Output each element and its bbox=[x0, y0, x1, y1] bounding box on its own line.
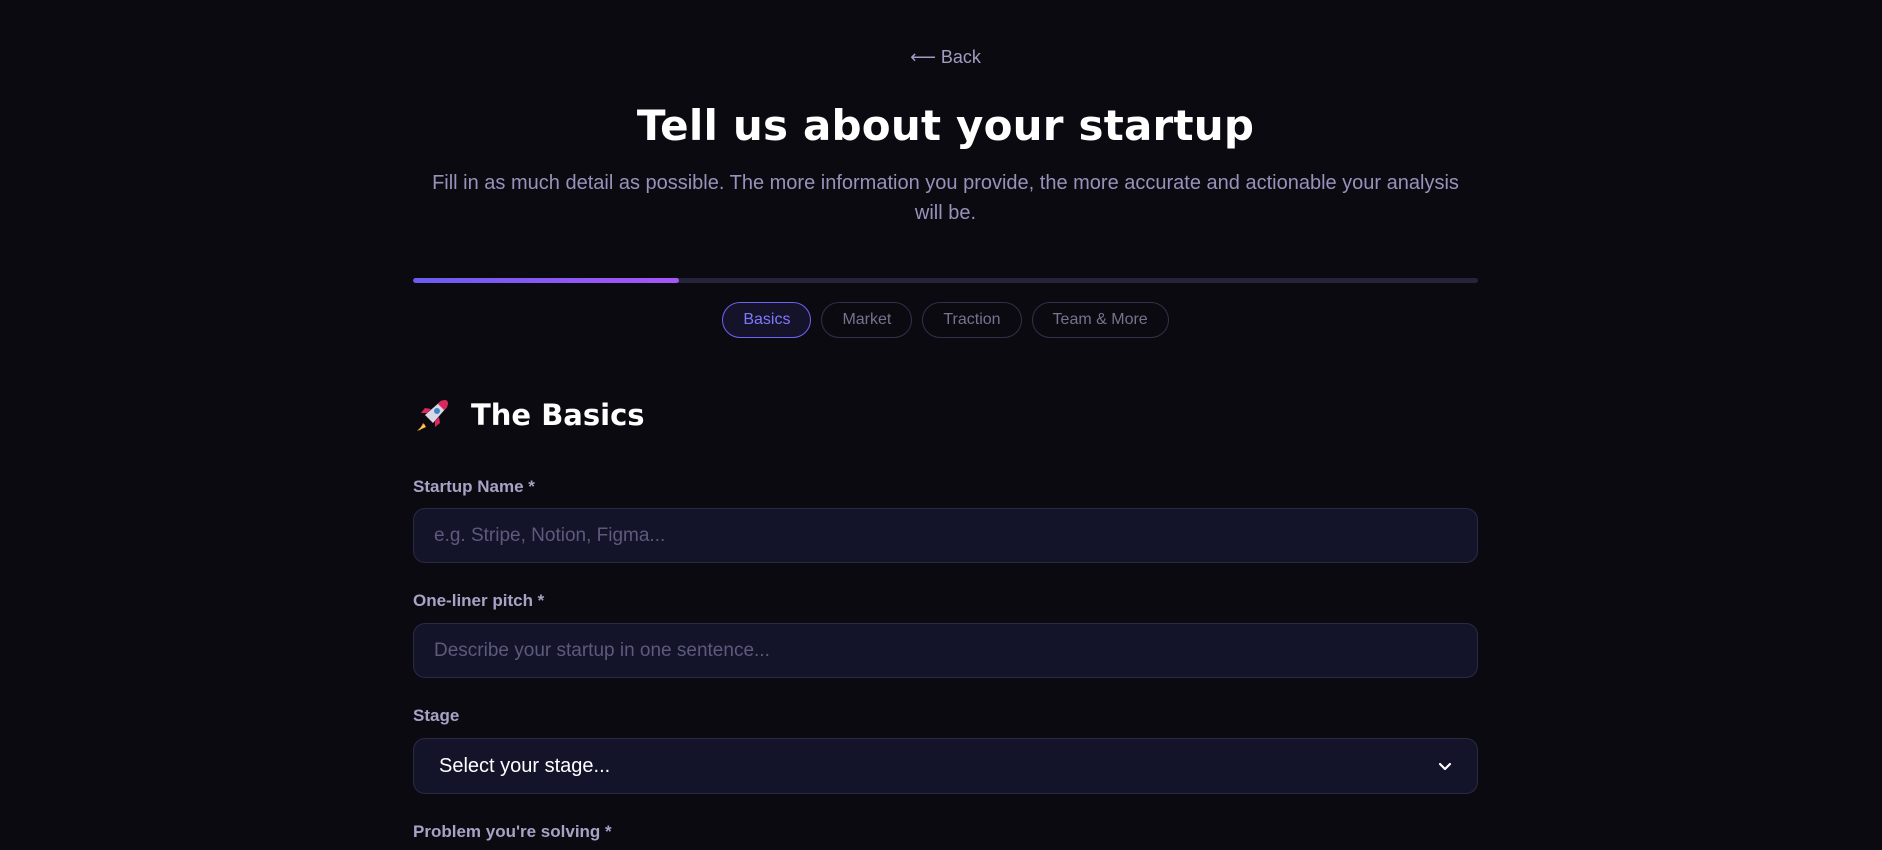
page-title: Tell us about your startup bbox=[636, 101, 1255, 150]
stage-selected-value: Select your stage... bbox=[439, 754, 611, 777]
chevron-down-icon bbox=[1438, 762, 1452, 771]
step-tab-basics[interactable]: Basics bbox=[722, 302, 812, 338]
progress-bar bbox=[413, 278, 1478, 283]
stage-select[interactable]: Select your stage... bbox=[413, 738, 1478, 794]
section-title: The Basics bbox=[471, 398, 645, 432]
rocket-icon bbox=[417, 400, 448, 431]
step-tabs: Basics Market Traction Team & More bbox=[413, 302, 1478, 338]
step-tab-market[interactable]: Market bbox=[821, 302, 913, 338]
step-tab-traction[interactable]: Traction bbox=[922, 302, 1022, 338]
pitch-input[interactable] bbox=[413, 623, 1478, 678]
problem-label: Problem you're solving * bbox=[413, 822, 612, 841]
back-arrow-icon: ⟵ bbox=[910, 47, 936, 67]
pitch-label: One-liner pitch * bbox=[413, 591, 545, 610]
startup-name-label: Startup Name * bbox=[413, 477, 535, 496]
back-link[interactable]: ⟵ Back bbox=[413, 47, 1478, 71]
form-page: ⟵ Back Tell us about your startup Fill in… bbox=[413, 0, 1478, 850]
startup-name-input[interactable] bbox=[413, 508, 1478, 563]
back-label: Back bbox=[940, 47, 981, 67]
stage-label: Stage bbox=[413, 706, 460, 725]
page-subtitle: Fill in as much detail as possible. The … bbox=[432, 172, 1459, 224]
progress-fill bbox=[413, 278, 680, 283]
section-header: The Basics bbox=[413, 395, 645, 435]
step-tab-team-more[interactable]: Team & More bbox=[1031, 302, 1169, 338]
